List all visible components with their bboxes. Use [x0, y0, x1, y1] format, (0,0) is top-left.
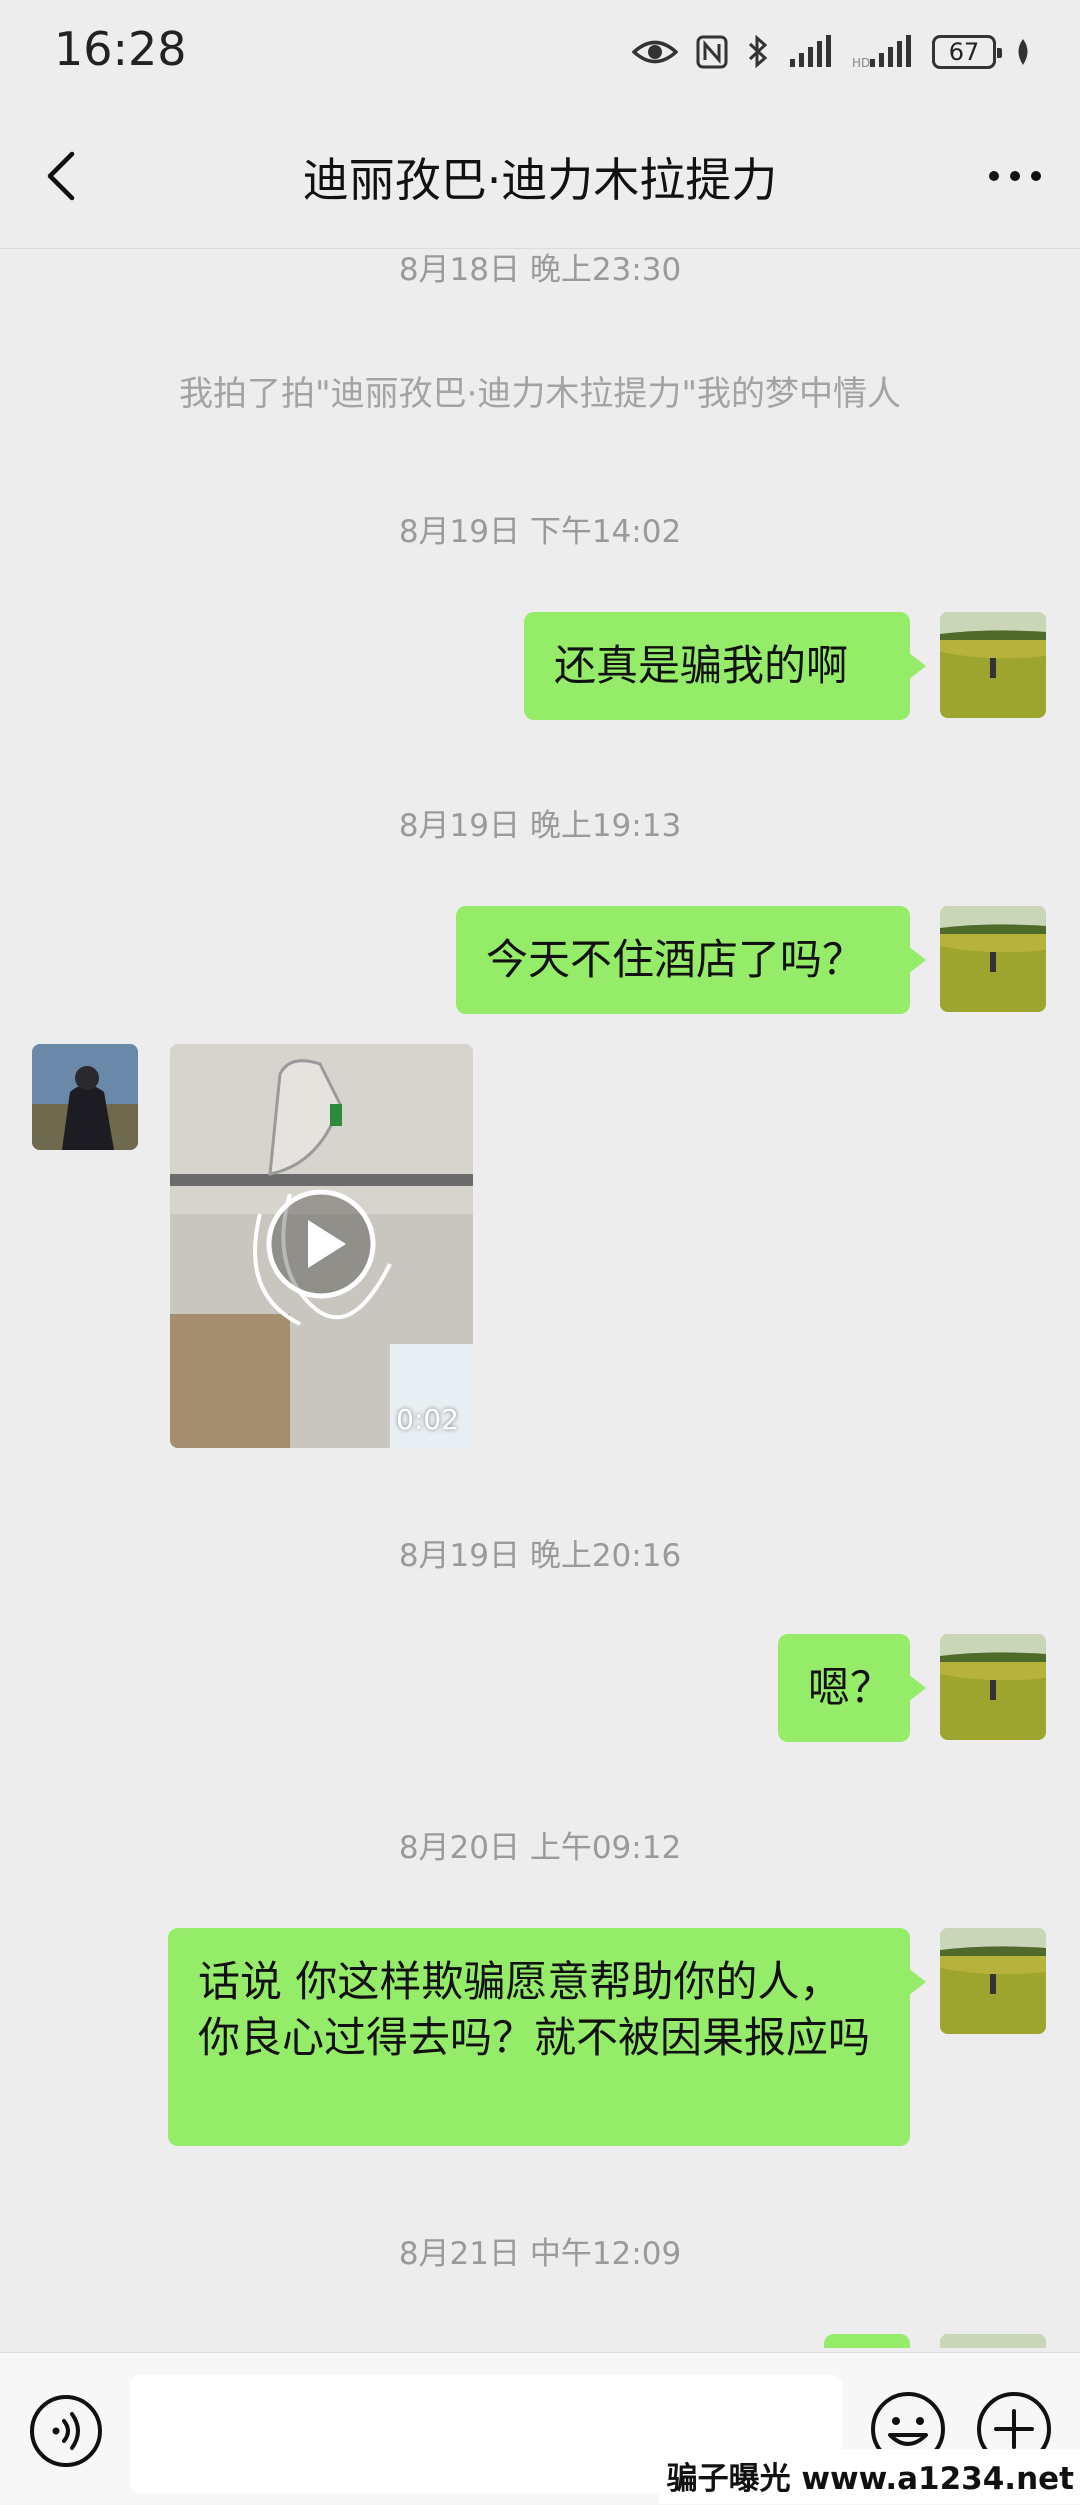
timestamp: 8月19日 下午14:02: [398, 514, 682, 550]
chat-header: 迪丽孜巴·迪力木拉提力: [0, 104, 1080, 249]
timestamp: 8月21日 中午12:09: [398, 2236, 682, 2272]
contact-avatar[interactable]: [32, 1044, 138, 1150]
battery-level: 67: [948, 38, 980, 66]
status-icons: HD 67: [632, 26, 1032, 78]
my-avatar[interactable]: [940, 612, 1046, 718]
my-avatar[interactable]: [940, 2334, 1046, 2348]
timestamp: 8月19日 晚上20:16: [398, 1538, 682, 1574]
message-bubble[interactable]: 嗯？: [778, 1634, 926, 1742]
eye-icon: [632, 40, 678, 64]
system-message: 我拍了拍"迪丽孜巴·迪力木拉提力"我的梦中情人: [178, 374, 902, 414]
timestamp: 8月18日 晚上23:30: [398, 252, 682, 288]
nfc-icon: [696, 35, 728, 69]
svg-text:HD: HD: [852, 56, 870, 69]
more-icon[interactable]: [980, 144, 1050, 208]
message-bubble[interactable]: 今天不住酒店了吗？: [456, 906, 926, 1014]
message-bubble[interactable]: 话说 你这样欺骗愿意帮助你的人，你良心过得去吗？就不被因果报应吗: [168, 1928, 926, 2146]
voice-icon[interactable]: [28, 2393, 104, 2469]
video-duration: 0:02: [396, 1403, 459, 1436]
signal-icon-2: HD: [852, 35, 911, 69]
video-message[interactable]: 0:02: [170, 1044, 473, 1448]
chat-messages[interactable]: 8月18日 晚上23:30 我拍了拍"迪丽孜巴·迪力木拉提力"我的梦中情人 8月…: [0, 248, 1080, 2348]
my-avatar[interactable]: [940, 1928, 1046, 2034]
watermark: 骗子曝光 www.a1234.net: [658, 2449, 1080, 2504]
my-avatar[interactable]: [940, 906, 1046, 1012]
back-icon[interactable]: [32, 144, 92, 208]
bluetooth-icon: [748, 34, 768, 69]
status-bar: 16:28 HD 67: [0, 0, 1080, 104]
message-bubble[interactable]: 还真是骗我的啊: [524, 612, 926, 720]
my-avatar[interactable]: [940, 1634, 1046, 1740]
battery-icon: 67: [932, 35, 1002, 69]
status-time: 16:28: [54, 22, 187, 76]
message-bubble-partial[interactable]: [824, 2334, 910, 2348]
leaf-icon: [1018, 39, 1028, 65]
signal-icon: [790, 35, 831, 67]
timestamp: 8月19日 晚上19:13: [398, 808, 682, 844]
timestamp: 8月20日 上午09:12: [398, 1830, 682, 1866]
chat-title: 迪丽孜巴·迪力木拉提力: [302, 153, 778, 207]
